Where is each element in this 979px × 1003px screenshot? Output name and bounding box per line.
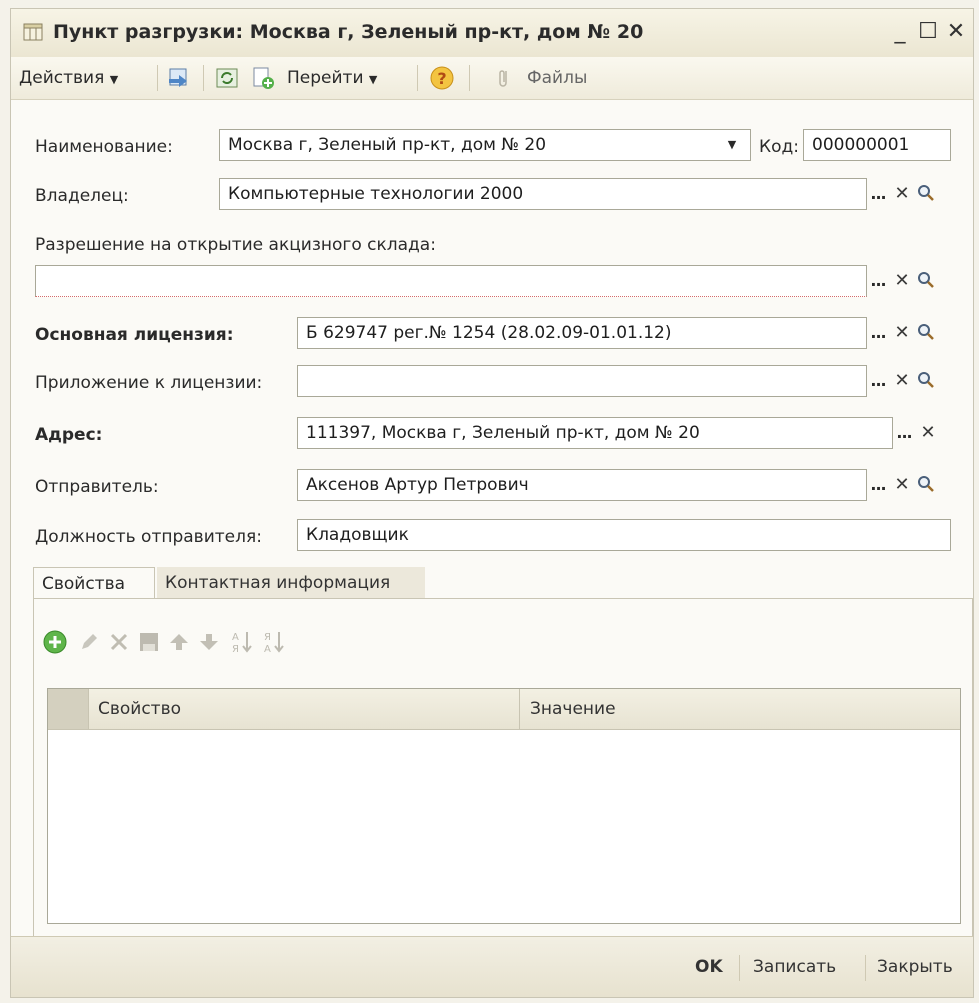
owner-select-button[interactable]: ...: [867, 179, 889, 209]
actions-menu-button[interactable]: Действия ▼: [19, 57, 118, 99]
appendix-clear-button[interactable]: ✕: [891, 366, 913, 396]
code-value: 000000001: [812, 135, 910, 155]
permit-label: Разрешение на открытие акцизного склада:: [35, 235, 436, 255]
sender-label: Отправитель:: [35, 477, 159, 497]
catalog-icon: [23, 23, 43, 41]
column-header-value[interactable]: Значение: [520, 689, 960, 729]
chevron-down-icon: ▼: [109, 73, 119, 86]
toolbar-separator: [469, 65, 470, 91]
close-button[interactable]: Закрыть: [877, 937, 953, 997]
move-up-icon[interactable]: [168, 631, 190, 653]
ok-button[interactable]: OK: [695, 937, 723, 997]
owner-open-search-icon[interactable]: [917, 184, 935, 202]
svg-text:А: А: [264, 644, 271, 655]
goto-menu-button[interactable]: Перейти ▼: [287, 57, 377, 99]
footer-separator: [865, 955, 866, 981]
sender-position-value: Кладовщик: [306, 525, 409, 545]
svg-text:Я: Я: [232, 644, 239, 655]
catalog-item-window: Пункт разгрузки: Москва г, Зеленый пр-кт…: [10, 8, 974, 998]
license-field[interactable]: Б 629747 рег.№ 1254 (28.02.09-01.01.12): [297, 317, 867, 349]
address-field[interactable]: 111397, Москва г, Зеленый пр-кт, дом № 2…: [297, 417, 893, 449]
window-title: Пункт разгрузки: Москва г, Зеленый пр-кт…: [53, 21, 644, 43]
save-button[interactable]: Записать: [753, 937, 836, 997]
permit-clear-button[interactable]: ✕: [891, 266, 913, 296]
owner-field[interactable]: Компьютерные технологии 2000: [219, 178, 867, 210]
files-button[interactable]: Файлы: [527, 57, 587, 99]
name-value: Москва г, Зеленый пр-кт, дом № 20: [228, 135, 547, 155]
sort-ascending-icon[interactable]: А Я: [230, 629, 254, 655]
tab-properties[interactable]: Свойства: [33, 567, 155, 599]
sender-position-label: Должность отправителя:: [35, 527, 262, 547]
refresh-icon[interactable]: [215, 67, 239, 89]
license-select-button[interactable]: ...: [867, 318, 889, 348]
svg-text:А: А: [232, 632, 239, 643]
license-value: Б 629747 рег.№ 1254 (28.02.09-01.01.12): [306, 323, 672, 343]
address-clear-button[interactable]: ✕: [917, 418, 939, 448]
permit-open-search-icon[interactable]: [917, 271, 935, 289]
tab-contact-info[interactable]: Контактная информация: [157, 567, 425, 599]
goto-menu-label: Перейти: [287, 68, 364, 88]
license-open-search-icon[interactable]: [917, 323, 935, 341]
copy-new-icon[interactable]: [251, 66, 275, 90]
toolbar-separator: [203, 65, 204, 91]
actions-menu-label: Действия: [19, 68, 105, 88]
name-field[interactable]: Москва г, Зеленый пр-кт, дом № 20: [219, 129, 751, 161]
delete-icon[interactable]: [108, 631, 130, 653]
add-icon[interactable]: [42, 629, 68, 655]
save-icon[interactable]: [138, 631, 160, 653]
owner-clear-button[interactable]: ✕: [891, 179, 913, 209]
sender-open-search-icon[interactable]: [917, 475, 935, 493]
footer-separator: [739, 955, 740, 981]
form-toolbar: Действия ▼ Перейти ▼ ? Файлы: [11, 57, 973, 100]
properties-table[interactable]: Свойство Значение: [47, 688, 961, 924]
close-window-button[interactable]: ✕: [943, 19, 969, 45]
help-icon[interactable]: ?: [429, 65, 455, 91]
sort-descending-icon[interactable]: Я А: [262, 629, 286, 655]
toolbar-separator: [157, 65, 158, 91]
name-dropdown-icon[interactable]: ▼: [721, 130, 743, 160]
name-label: Наименование:: [35, 137, 173, 157]
appendix-open-search-icon[interactable]: [917, 371, 935, 389]
row-marker-column: [48, 689, 89, 729]
appendix-label: Приложение к лицензии:: [35, 373, 263, 393]
sender-value: Аксенов Артур Петрович: [306, 475, 529, 495]
license-clear-button[interactable]: ✕: [891, 318, 913, 348]
svg-text:?: ?: [437, 69, 446, 88]
address-value: 111397, Москва г, Зеленый пр-кт, дом № 2…: [306, 423, 700, 443]
window-titlebar: Пункт разгрузки: Москва г, Зеленый пр-кт…: [11, 9, 973, 58]
address-select-button[interactable]: ...: [893, 418, 915, 448]
minimize-button[interactable]: _: [887, 19, 913, 45]
sender-field[interactable]: Аксенов Артур Петрович: [297, 469, 867, 501]
svg-text:Я: Я: [264, 632, 271, 643]
form-footer: OK Записать Закрыть: [11, 936, 973, 997]
table-header: Свойство Значение: [48, 689, 960, 730]
chevron-down-icon: ▼: [368, 73, 378, 86]
code-label: Код:: [759, 137, 799, 157]
appendix-field[interactable]: [297, 365, 867, 397]
appendix-select-button[interactable]: ...: [867, 366, 889, 396]
owner-label: Владелец:: [35, 186, 129, 206]
license-label: Основная лицензия:: [35, 325, 234, 345]
permit-field[interactable]: [35, 265, 867, 297]
sender-select-button[interactable]: ...: [867, 470, 889, 500]
move-down-icon[interactable]: [198, 631, 220, 653]
address-label: Адрес:: [35, 425, 103, 445]
sender-clear-button[interactable]: ✕: [891, 470, 913, 500]
column-header-property[interactable]: Свойство: [88, 689, 520, 729]
edit-icon[interactable]: [78, 631, 100, 653]
code-field[interactable]: 000000001: [803, 129, 951, 161]
paperclip-icon: [499, 70, 507, 87]
owner-value: Компьютерные технологии 2000: [228, 184, 524, 204]
save-close-icon[interactable]: [167, 67, 191, 89]
sender-position-field[interactable]: Кладовщик: [297, 519, 951, 551]
maximize-button[interactable]: ☐: [915, 19, 941, 45]
permit-select-button[interactable]: ...: [867, 266, 889, 296]
toolbar-separator: [417, 65, 418, 91]
